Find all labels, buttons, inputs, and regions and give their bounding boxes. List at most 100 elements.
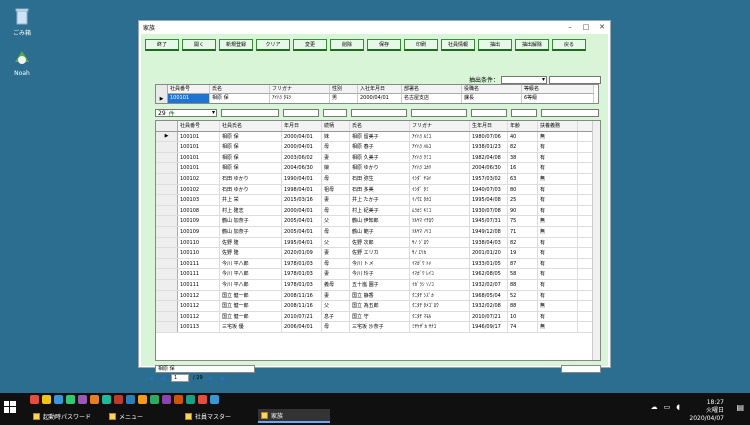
table-row[interactable]: 100112 国立 健一郎 2010/07/21 息子 国立 守ｸﾆﾀﾁ ﾏﾓﾙ 2010… — [156, 311, 600, 323]
table-cell[interactable]: 祖母 — [322, 184, 350, 195]
row-selector[interactable] — [156, 216, 178, 226]
table-cell[interactable]: 75 — [508, 216, 538, 226]
row-selector[interactable] — [156, 173, 178, 184]
row-selector[interactable] — [156, 269, 178, 279]
table-cell[interactable]: 100110 — [178, 248, 220, 258]
column-filter-input[interactable] — [283, 109, 319, 117]
table-cell[interactable]: 有 — [538, 269, 578, 279]
table-cell[interactable]: ｲｼﾀﾞ ﾀﾐ — [410, 184, 470, 195]
summary-cell[interactable]: 課長 — [462, 94, 522, 103]
table-cell[interactable]: 25 — [508, 195, 538, 205]
table-cell[interactable]: 100109 — [178, 226, 220, 237]
new-record-button[interactable]: 新規登録 — [219, 39, 253, 51]
table-cell[interactable]: ｱｲﾊﾗ ﾕｶﾘ — [410, 163, 470, 173]
table-cell[interactable]: 1980/07/06 — [470, 131, 508, 142]
summary-cell[interactable]: 2000/04/01 — [358, 94, 402, 103]
app-icon[interactable] — [90, 395, 99, 404]
table-cell[interactable]: 74 — [508, 322, 538, 332]
grid-header[interactable]: 氏名 — [350, 121, 410, 131]
table-cell[interactable]: 88 — [508, 279, 538, 290]
task-button[interactable]: 社員マスター — [182, 409, 254, 423]
table-cell[interactable]: 有 — [538, 258, 578, 269]
grid-header[interactable]: 年月日 — [282, 121, 322, 131]
app-icon[interactable] — [198, 395, 207, 404]
table-cell[interactable]: 有 — [538, 205, 578, 216]
table-cell[interactable]: 母 — [322, 205, 350, 216]
table-cell[interactable]: ｲｼﾀﾞ ﾔﾖｲ — [410, 173, 470, 184]
table-cell[interactable]: 三宅坂 優 — [220, 322, 282, 332]
table-cell[interactable]: ﾂﾙﾔﾏ ﾉﾘｺ — [410, 226, 470, 237]
change-button[interactable]: 変更 — [293, 39, 327, 51]
row-selector[interactable] — [156, 248, 178, 258]
table-cell[interactable]: 100112 — [178, 301, 220, 311]
column-filter-input[interactable] — [323, 109, 347, 117]
vertical-scrollbar[interactable] — [592, 121, 600, 360]
table-cell[interactable]: 母 — [322, 142, 350, 152]
table-cell[interactable]: 有 — [538, 248, 578, 258]
app-icon[interactable] — [162, 395, 171, 404]
prev-record-icon[interactable]: ◀ — [158, 374, 167, 382]
table-cell[interactable]: 鶴山 加奈子 — [220, 216, 282, 226]
table-cell[interactable]: 無 — [538, 301, 578, 311]
last-record-icon[interactable]: ▶| — [220, 374, 229, 382]
table-cell[interactable]: 無 — [538, 226, 578, 237]
table-cell[interactable]: 石田 ゆかり — [220, 173, 282, 184]
column-filter-input[interactable] — [511, 109, 537, 117]
table-cell[interactable]: 2005/04/01 — [282, 226, 322, 237]
table-cell[interactable]: 妻 — [322, 269, 350, 279]
table-cell[interactable]: 有 — [538, 163, 578, 173]
table-cell[interactable]: 1982/04/08 — [470, 152, 508, 163]
table-cell[interactable]: ﾐﾔｹｻﾞｶ ｻﾅｺ — [410, 322, 470, 332]
table-cell[interactable]: ｸﾆﾀﾁ ｼｽﾞｶ — [410, 290, 470, 301]
app-icon[interactable] — [210, 395, 219, 404]
table-cell[interactable]: 有 — [538, 184, 578, 195]
extract-clear-button[interactable]: 抽出解除 — [515, 39, 549, 51]
table-cell[interactable]: 佐野 隆 — [220, 237, 282, 248]
table-cell[interactable]: 80 — [508, 184, 538, 195]
table-cell[interactable]: 100111 — [178, 258, 220, 269]
table-cell[interactable]: 1938/04/03 — [470, 237, 508, 248]
table-cell[interactable]: 石田 多美 — [350, 184, 410, 195]
table-cell[interactable]: 71 — [508, 226, 538, 237]
table-cell[interactable]: 国立 健一郎 — [220, 311, 282, 322]
table-row[interactable]: 100111 今川 平八郎 1978/01/03 妻今川 玲子 ｲﾏｶﾞﾜ ﾚｲｺ 196… — [156, 269, 600, 280]
table-cell[interactable]: 父 — [322, 216, 350, 226]
grid-header[interactable]: 社員番号 — [178, 121, 220, 131]
table-cell[interactable]: 100110 — [178, 237, 220, 248]
task-button[interactable]: 起動時パスワード — [30, 409, 102, 423]
table-cell[interactable]: 国立 静香 — [350, 290, 410, 301]
table-cell[interactable]: 相原 留美子 — [350, 131, 410, 142]
row-selector[interactable] — [156, 279, 178, 290]
table-row[interactable]: 100108 村上 隆志 2000/04/01 母村上 紀美子 ﾑﾗｶﾐ ｷﾐｺ 1930… — [156, 205, 600, 217]
table-cell[interactable]: 母 — [322, 226, 350, 237]
table-cell[interactable]: ﾂﾙﾔﾏ ｲﾁﾛｳ — [410, 216, 470, 226]
table-cell[interactable]: 鶴山 範子 — [350, 226, 410, 237]
delete-button[interactable]: 削除 — [330, 39, 364, 51]
table-cell[interactable]: 1933/01/05 — [470, 258, 508, 269]
table-cell[interactable]: 無 — [538, 173, 578, 184]
table-cell[interactable]: 2000/04/01 — [282, 142, 322, 152]
table-cell[interactable]: 佐野 エリカ — [350, 248, 410, 258]
table-cell[interactable]: 100102 — [178, 184, 220, 195]
table-cell[interactable]: 2015/03/16 — [282, 195, 322, 205]
open-button[interactable]: 開く — [182, 39, 216, 51]
table-cell[interactable]: 相原 保 — [220, 142, 282, 152]
summary-cell[interactable]: 男 — [330, 94, 358, 103]
table-row[interactable]: 100113 三宅坂 優 2006/04/01 母三宅坂 沙奈子 ﾐﾔｹｻﾞｶ ｻﾅｺ 1… — [156, 322, 600, 333]
table-cell[interactable]: 相原 保 — [220, 152, 282, 163]
current-row-marker-icon[interactable]: ▶ — [156, 131, 178, 142]
table-row[interactable]: 100112 国立 健一郎 2008/11/16 妻国立 静香 ｸﾆﾀﾁ ｼｽﾞｶ 196… — [156, 290, 600, 302]
table-cell[interactable]: 井上 たか子 — [350, 195, 410, 205]
table-cell[interactable]: 無 — [538, 322, 578, 332]
table-row[interactable]: 100101 相原 保 2003/06/02 妻相原 久美子 ｱｲﾊﾗ ｸﾐｺ 1982/… — [156, 152, 600, 164]
grid-header[interactable]: 社員氏名 — [220, 121, 282, 131]
table-row[interactable]: 100112 国立 健一郎 2008/11/16 父国立 為五郎 ｸﾆﾀﾁ ﾀﾒｺﾞﾛｳ… — [156, 301, 600, 312]
table-row[interactable]: ▶ 100101 相原 保 2000/04/01 妹相原 留美子 ｱｲﾊﾗ ﾙﾐｺ 1980… — [156, 131, 600, 143]
summary-cell[interactable]: 6等級 — [522, 94, 594, 103]
table-cell[interactable]: 石田 弥生 — [350, 173, 410, 184]
table-cell[interactable]: 1978/01/03 — [282, 269, 322, 279]
app-icon[interactable] — [66, 395, 75, 404]
table-cell[interactable]: 1978/01/03 — [282, 258, 322, 269]
table-cell[interactable]: 石田 ゆかり — [220, 184, 282, 195]
table-cell[interactable]: ｱｲﾊﾗ ﾙﾐｺ — [410, 131, 470, 142]
